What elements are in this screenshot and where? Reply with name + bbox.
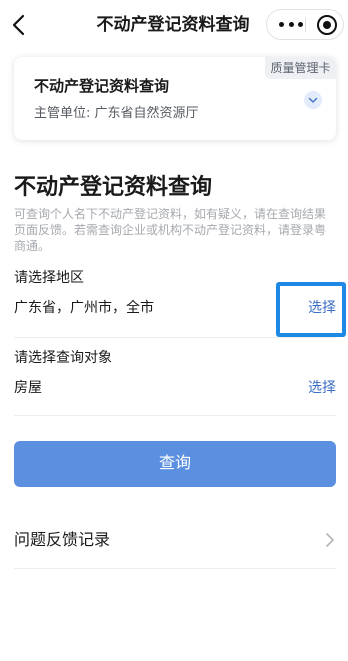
service-info-card[interactable]: 质量管理卡 不动产登记资料查询 主管单位: 广东省自然资源厅: [14, 57, 336, 140]
chevron-left-icon[interactable]: [6, 11, 34, 39]
region-label: 请选择地区: [14, 270, 84, 286]
card-department: 主管单位: 广东省自然资源厅: [34, 105, 199, 123]
feedback-record-link[interactable]: 问题反馈记录: [14, 529, 110, 551]
nav-title: 不动产登记资料查询: [96, 15, 250, 35]
quality-card-tag[interactable]: 质量管理卡: [265, 57, 336, 79]
top-nav-bar: 不动产登记资料查询: [0, 0, 348, 50]
page-description: 可查询个人名下不动产登记资料，如有疑义，请在查询结果页面反馈。若需查询企业或机构…: [14, 207, 327, 253]
card-title: 不动产登记资料查询: [34, 77, 170, 95]
select-highlight-box: [276, 282, 346, 337]
mini-program-capsule: [266, 9, 344, 40]
target-select-button[interactable]: 选择: [308, 378, 336, 398]
target-value: 房屋: [14, 380, 42, 396]
capsule-divider: [305, 18, 306, 32]
department-value: 广东省自然资源厅: [94, 106, 199, 121]
close-circle-icon[interactable]: [317, 15, 337, 35]
query-button[interactable]: 查询: [14, 441, 336, 487]
more-dots-icon[interactable]: [279, 10, 303, 39]
department-label: 主管单位:: [34, 106, 91, 121]
divider: [14, 337, 336, 338]
page-title: 不动产登记资料查询: [14, 175, 213, 200]
target-label: 请选择查询对象: [14, 350, 112, 366]
region-value: 广东省，广州市，全市: [14, 300, 154, 316]
chevron-down-icon[interactable]: [304, 91, 322, 109]
divider: [14, 415, 336, 416]
divider: [14, 568, 336, 569]
chevron-right-icon[interactable]: [322, 530, 336, 550]
